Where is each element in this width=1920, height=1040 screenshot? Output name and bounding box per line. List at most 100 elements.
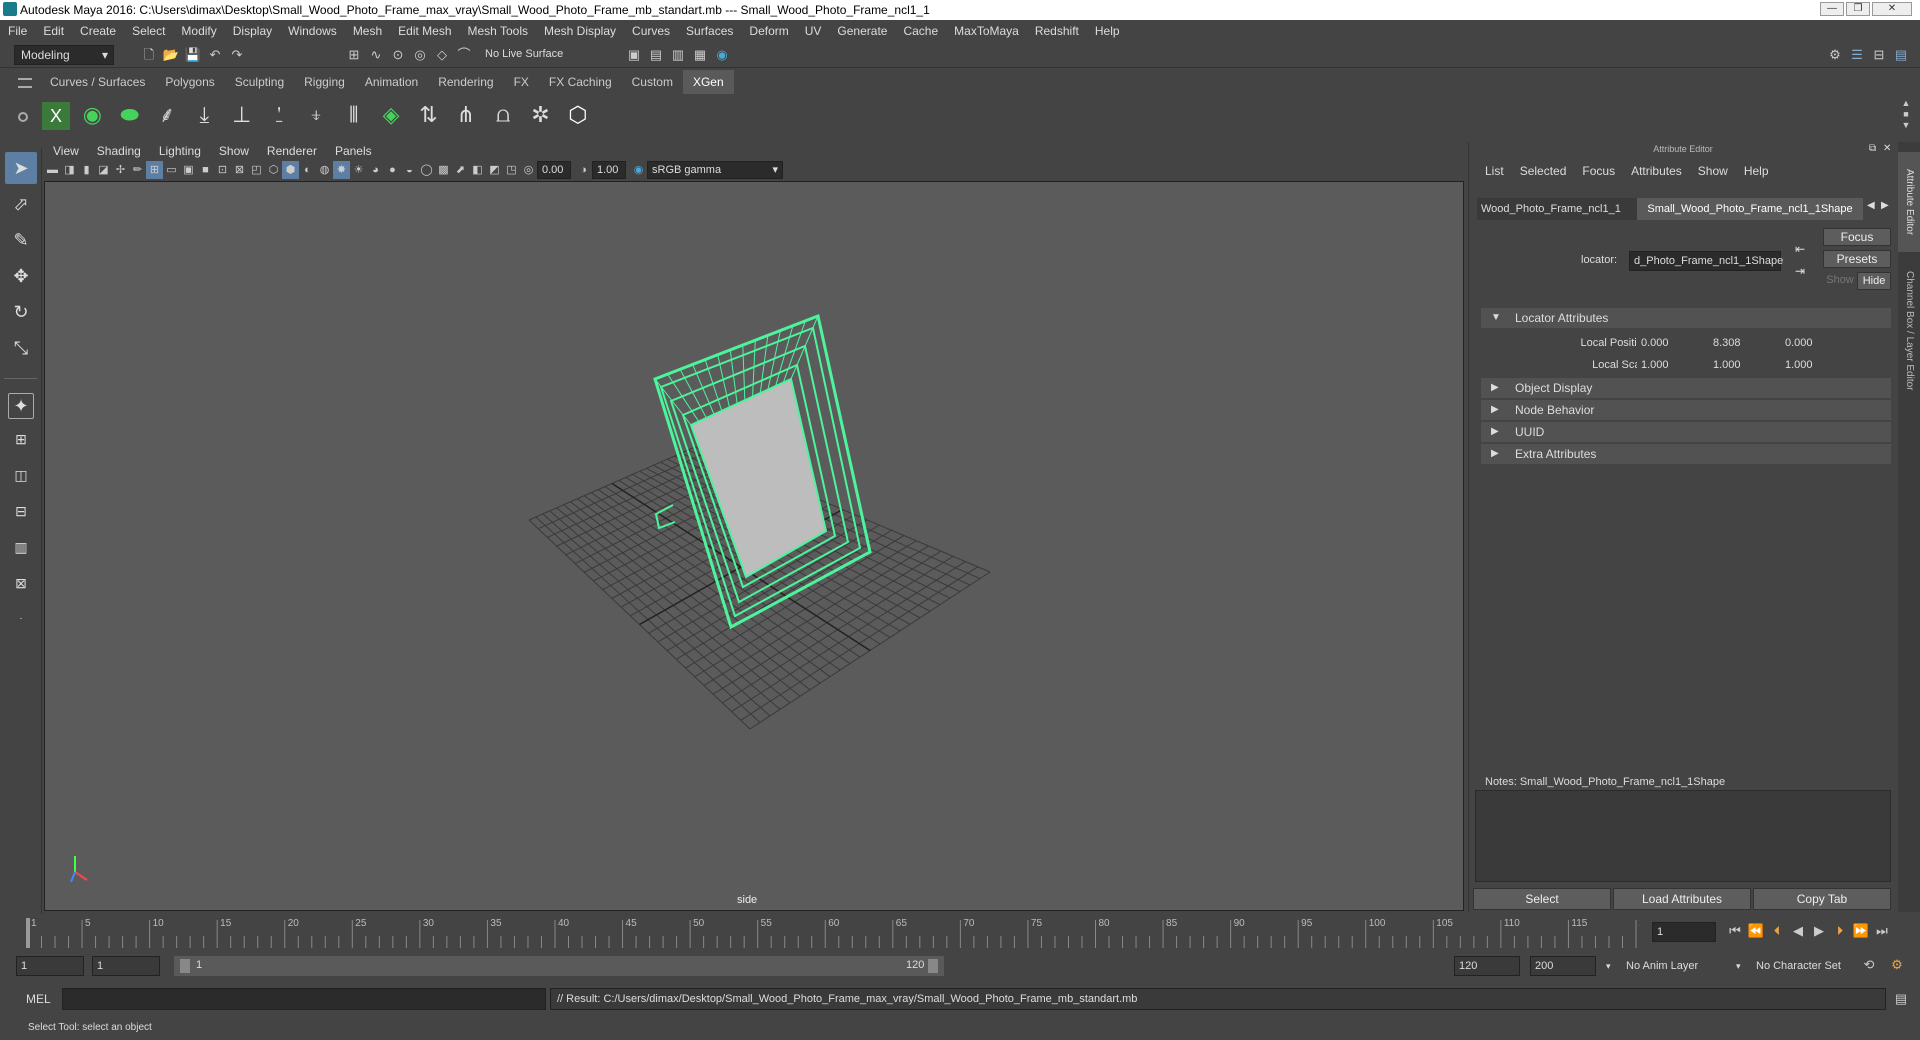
xgen-comb-icon[interactable]: ⫴: [339, 98, 369, 132]
go-to-input-icon[interactable]: ⇤: [1795, 242, 1805, 256]
xgen-place-guide-icon[interactable]: ⤓: [189, 98, 219, 132]
local-scale-y[interactable]: 1.000: [1709, 357, 1777, 375]
focus-button[interactable]: Focus: [1823, 228, 1891, 246]
menu-help[interactable]: Help: [1087, 24, 1128, 38]
camera-select-icon[interactable]: ▬: [44, 161, 61, 179]
vp-menu-shading[interactable]: Shading: [88, 144, 150, 158]
time-slider[interactable]: 1 5 10 15 20 25 30 35 40 45 50 55 60 65 70 75 80 85 90 95 10…: [0, 914, 1920, 950]
grease-pencil-icon[interactable]: ✏: [129, 161, 146, 179]
menu-redshift[interactable]: Redshift: [1027, 24, 1087, 38]
shelf-scroll-icon[interactable]: ▲ ■ ▼: [1900, 98, 1912, 132]
xgen-sculpt-guide-icon[interactable]: ⍘: [264, 98, 294, 132]
xgen-description-icon[interactable]: ⬬: [115, 98, 145, 132]
ae-menu-selected[interactable]: Selected: [1512, 164, 1575, 178]
redo-icon[interactable]: ↷: [228, 46, 246, 64]
undo-icon[interactable]: ↶: [206, 46, 224, 64]
go-to-start-icon[interactable]: ⏮: [1726, 922, 1744, 940]
ipr-render-icon[interactable]: ▤: [647, 46, 665, 64]
shelf-tab-fx-caching[interactable]: FX Caching: [539, 70, 622, 94]
current-frame-field[interactable]: 1: [1652, 922, 1716, 942]
range-slider[interactable]: 1 120: [174, 956, 944, 976]
new-scene-icon[interactable]: 🗋: [140, 46, 158, 64]
side-tab-channel-box[interactable]: Channel Box / Layer Editor: [1898, 256, 1920, 406]
menu-surfaces[interactable]: Surfaces: [678, 24, 741, 38]
tool-settings-icon[interactable]: ⊟: [1870, 46, 1888, 64]
save-scene-icon[interactable]: 💾: [184, 46, 202, 64]
menu-modify[interactable]: Modify: [173, 24, 224, 38]
local-position-y[interactable]: 8.308: [1709, 335, 1777, 353]
script-editor-icon[interactable]: ▤: [1892, 990, 1910, 1008]
xgen-add-guide-icon[interactable]: ⊥: [227, 98, 257, 132]
shelf-tab-fx[interactable]: FX: [504, 70, 539, 94]
menu-deform[interactable]: Deform: [741, 24, 796, 38]
ae-menu-show[interactable]: Show: [1690, 164, 1736, 178]
auto-key-icon[interactable]: ⟲: [1860, 956, 1878, 974]
vp-menu-show[interactable]: Show: [210, 144, 258, 158]
shelf-tab-rendering[interactable]: Rendering: [428, 70, 503, 94]
safe-action-icon[interactable]: ⊠: [231, 161, 248, 179]
2d-pan-icon[interactable]: ✢: [112, 161, 129, 179]
render-settings-icon[interactable]: ▥: [669, 46, 687, 64]
toolbox-more-icon[interactable]: ·: [5, 603, 37, 635]
menu-cache[interactable]: Cache: [895, 24, 946, 38]
shelf-menu-icon[interactable]: [18, 78, 32, 88]
xgen-preview-icon[interactable]: ◉: [77, 98, 107, 132]
xray-icon[interactable]: ▩: [435, 161, 452, 179]
locator-name-field[interactable]: d_Photo_Frame_ncl1_1Shape: [1629, 251, 1783, 271]
section-extra-attributes[interactable]: ▶ Extra Attributes: [1481, 444, 1891, 464]
wireframe-on-shaded-icon[interactable]: ◐: [299, 161, 316, 179]
local-position-z[interactable]: 0.000: [1781, 335, 1849, 353]
render-view-icon[interactable]: ◉: [713, 46, 731, 64]
channel-box-icon[interactable]: ▤: [1892, 46, 1910, 64]
magnet-icon[interactable]: ⌒: [455, 46, 473, 64]
menu-edit[interactable]: Edit: [35, 24, 72, 38]
load-attributes-button[interactable]: Load Attributes: [1613, 888, 1751, 910]
render-frame-icon[interactable]: ▣: [625, 46, 643, 64]
local-scale-z[interactable]: 1.000: [1781, 357, 1849, 375]
film-gate-icon[interactable]: ▭: [163, 161, 180, 179]
isolate-select-icon[interactable]: ⬈: [452, 161, 469, 179]
resolution-gate-icon[interactable]: ▣: [180, 161, 197, 179]
xgen-groom-icon[interactable]: ⸙: [152, 98, 182, 132]
lasso-tool-icon[interactable]: ⬀: [5, 188, 37, 220]
step-forward-icon[interactable]: ⏩: [1852, 922, 1870, 940]
backface-culling-icon[interactable]: ◳: [503, 161, 520, 179]
snap-surface-icon[interactable]: ◇: [433, 46, 451, 64]
viewport-panel[interactable]: side: [44, 181, 1464, 911]
menu-mesh-tools[interactable]: Mesh Tools: [460, 24, 536, 38]
ae-menu-list[interactable]: List: [1477, 164, 1512, 178]
bookmark-icon[interactable]: ▮: [78, 161, 95, 179]
menu-maxtomaya[interactable]: MaxToMaya: [946, 24, 1027, 38]
xgen-hex-icon[interactable]: ⬡: [563, 98, 593, 132]
persp-uv-layout-icon[interactable]: ⊠: [5, 567, 37, 599]
vp-menu-lighting[interactable]: Lighting: [150, 144, 210, 158]
shelf-tab-curves-surfaces[interactable]: Curves / Surfaces: [40, 70, 155, 94]
step-forward-key-icon[interactable]: ⏵: [1831, 922, 1849, 940]
single-perspective-layout-icon[interactable]: ✦: [8, 393, 34, 419]
snap-view-icon[interactable]: ◎: [411, 46, 429, 64]
camera-attributes-icon[interactable]: ◨: [61, 161, 78, 179]
paint-select-tool-icon[interactable]: ✎: [5, 224, 37, 256]
ae-tab-shape[interactable]: Small_Wood_Photo_Frame_ncl1_1Shape: [1637, 198, 1863, 220]
menu-select[interactable]: Select: [124, 24, 173, 38]
play-forward-icon[interactable]: ▶: [1810, 922, 1828, 940]
step-back-icon[interactable]: ⏪: [1747, 922, 1765, 940]
scene-end-field[interactable]: 200: [1530, 956, 1596, 976]
step-back-key-icon[interactable]: ⏴: [1768, 922, 1786, 940]
wireframe-icon[interactable]: ⬡: [265, 161, 282, 179]
xgen-layers-icon[interactable]: ◈: [376, 98, 406, 132]
vp-menu-renderer[interactable]: Renderer: [258, 144, 326, 158]
go-to-end-icon[interactable]: ⏭: [1873, 922, 1891, 940]
menu-display[interactable]: Display: [225, 24, 280, 38]
xgen-delete-icon[interactable]: ✲: [525, 98, 555, 132]
safe-title-icon[interactable]: ◰: [248, 161, 265, 179]
scene-start-field[interactable]: 1: [16, 956, 84, 976]
tab-left-icon[interactable]: ◀: [1867, 200, 1875, 211]
xgen-editor-icon[interactable]: X: [42, 102, 70, 130]
multisample-icon[interactable]: ◒: [401, 161, 418, 179]
xgen-length-icon[interactable]: ⇅: [413, 98, 443, 132]
exposure-field[interactable]: 0.00: [537, 161, 571, 179]
anim-layer-dropdown[interactable]: ▾ No Anim Layer: [1602, 956, 1742, 976]
image-plane-icon[interactable]: ◪: [95, 161, 112, 179]
attribute-editor-toggle-icon[interactable]: ☰: [1848, 46, 1866, 64]
